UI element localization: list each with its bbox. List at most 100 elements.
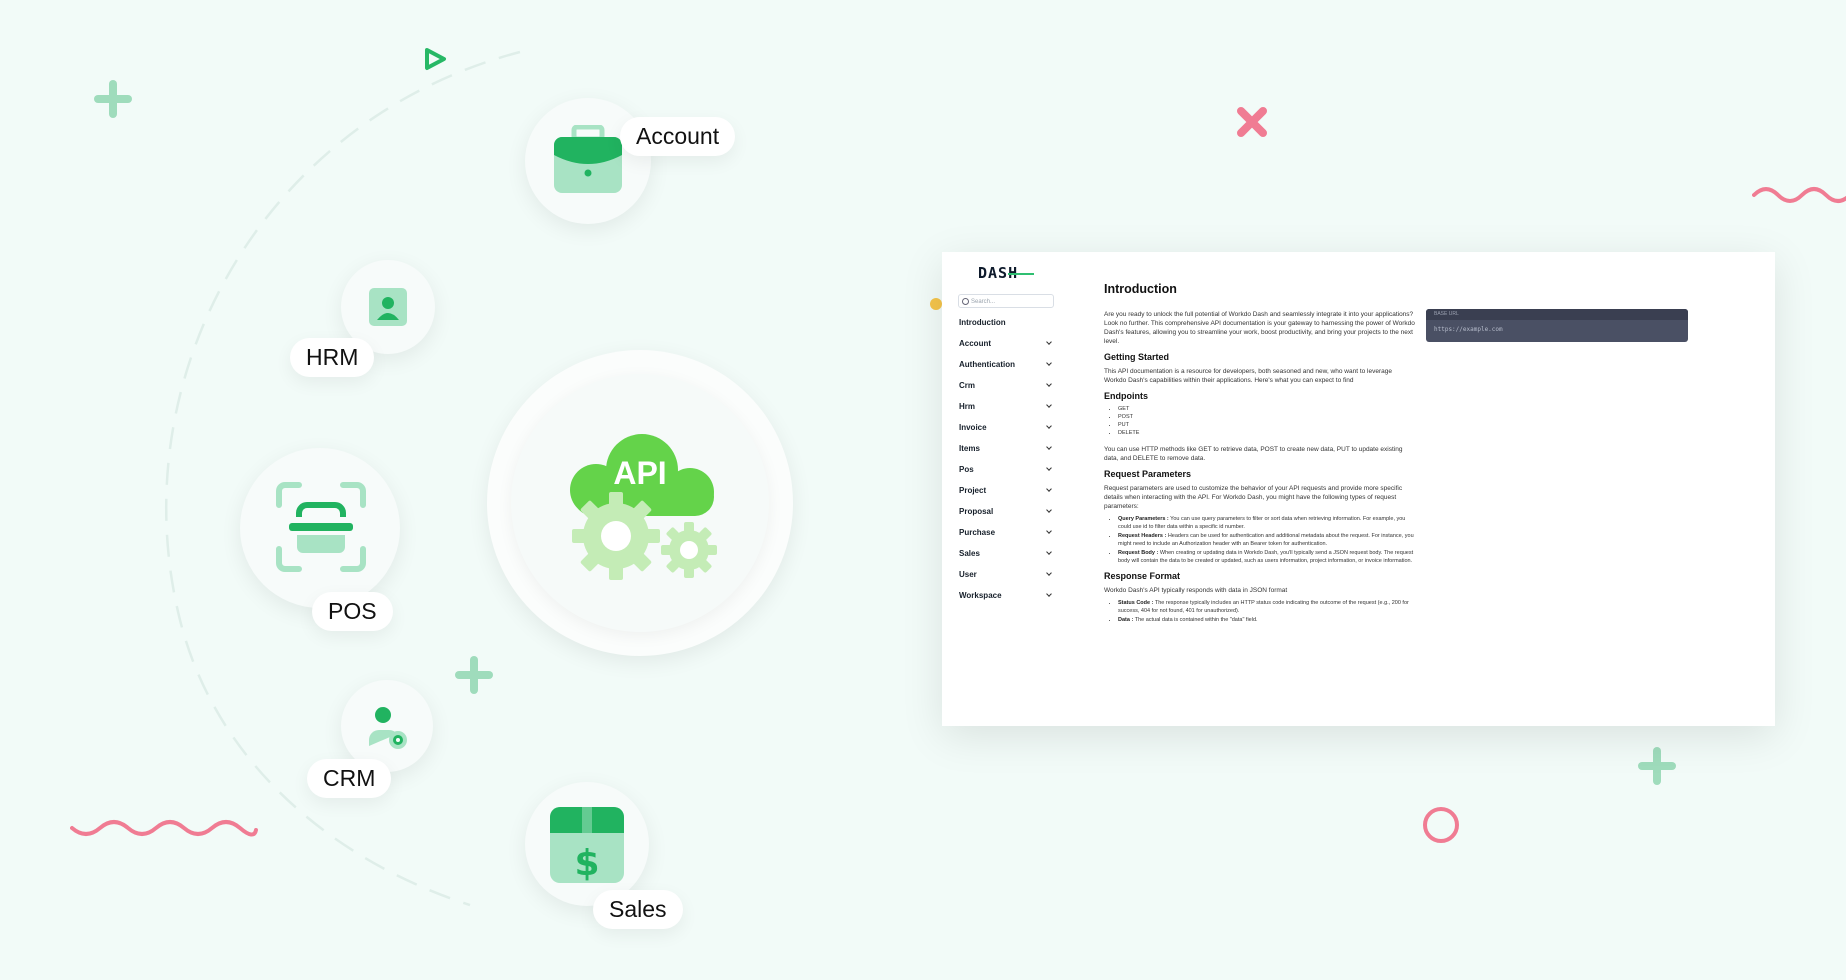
intro-text: Are you ready to unlock the full potenti…	[1104, 311, 1415, 345]
getting-started-heading: Getting Started	[1104, 352, 1170, 362]
list-item: Request Headers : Headers can be used fo…	[1118, 532, 1416, 548]
sidebar-item-introduction[interactable]: Introduction	[959, 318, 1053, 339]
api-docs-screenshot: DASH Search... Introduction Account Authen…	[942, 252, 1775, 726]
sidebar-item-label: Proposal	[959, 507, 994, 516]
account-label: Account	[620, 117, 736, 156]
page-title: Introduction	[1104, 282, 1177, 296]
item-description: When creating or updating data in Workdo…	[1118, 550, 1414, 564]
chevron-down-icon	[1046, 528, 1052, 534]
sidebar-item-authentication[interactable]: Authentication	[959, 360, 1053, 381]
sidebar-item-purchase[interactable]: Purchase	[959, 528, 1053, 549]
base-url-code-block: BASE URL https://example.com	[1426, 309, 1688, 342]
sales-label: Sales	[593, 890, 683, 929]
sidebar-item-invoice[interactable]: Invoice	[959, 423, 1053, 444]
item-term: Data :	[1118, 617, 1134, 623]
sidebar-item-label: User	[959, 570, 977, 579]
docs-sidebar: DASH Search... Introduction Account Authen…	[950, 252, 1055, 726]
yellow-dot	[930, 298, 942, 310]
user-card-icon	[369, 288, 407, 331]
sidebar-item-label: Authentication	[959, 360, 1015, 369]
chevron-down-icon	[1046, 444, 1052, 450]
wave-decoration	[70, 818, 258, 853]
sidebar-item-project[interactable]: Project	[959, 486, 1053, 507]
code-label: BASE URL	[1426, 309, 1688, 320]
wave-decoration	[1752, 183, 1846, 218]
sidebar-item-label: Purchase	[959, 528, 996, 537]
getting-started-text: This API documentation is a resource for…	[1104, 368, 1392, 384]
pos-label: POS	[312, 592, 393, 631]
user-eye-icon	[365, 704, 409, 755]
search-icon	[962, 298, 969, 305]
sidebar-item-label: Introduction	[959, 318, 1006, 327]
response-text: Workdo Dash's API typically responds wit…	[1104, 587, 1288, 594]
search-placeholder: Search...	[971, 299, 996, 305]
endpoints-heading: Endpoints	[1104, 391, 1148, 401]
sidebar-item-label: Crm	[959, 381, 976, 390]
sidebar-item-label: Workspace	[959, 591, 1002, 600]
sidebar-item-workspace[interactable]: Workspace	[959, 591, 1053, 612]
sidebar-item-label: Sales	[959, 549, 980, 558]
item-term: Request Body :	[1118, 550, 1159, 556]
item-term: Query Parameters :	[1118, 516, 1169, 522]
docs-content: Introduction Are you ready to unlock the…	[1104, 282, 1416, 628]
chevron-down-icon	[1046, 549, 1052, 555]
chevron-down-icon	[1046, 423, 1052, 429]
briefcase-icon	[552, 124, 624, 202]
endpoint-item: PUT	[1118, 422, 1416, 429]
response-heading: Response Format	[1104, 571, 1181, 581]
item-term: Request Headers :	[1118, 533, 1167, 539]
sidebar-item-proposal[interactable]: Proposal	[959, 507, 1053, 528]
response-list: Status Code : The response typically inc…	[1104, 599, 1416, 624]
request-params-text: Request parameters are used to customize…	[1104, 485, 1403, 510]
item-description: The response typically includes an HTTP …	[1118, 600, 1409, 614]
endpoints-text: You can use HTTP methods like GET to ret…	[1104, 446, 1403, 462]
docs-search-input[interactable]: Search...	[958, 294, 1054, 308]
base-url[interactable]: https://example.com	[1426, 320, 1688, 339]
plus-icon	[94, 80, 132, 123]
sidebar-item-label: Invoice	[959, 423, 987, 432]
plus-icon	[1638, 747, 1676, 790]
chevron-down-icon	[1046, 591, 1052, 597]
chevron-down-icon	[1046, 570, 1052, 576]
endpoint-item: POST	[1118, 414, 1416, 421]
plus-icon	[455, 656, 493, 699]
crm-label: CRM	[307, 759, 392, 798]
request-params-heading: Request Parameters	[1104, 469, 1192, 479]
cross-icon	[1236, 106, 1268, 143]
endpoint-item: DELETE	[1118, 430, 1416, 437]
params-list: Query Parameters : You can use query par…	[1104, 515, 1416, 565]
scanner-icon	[275, 481, 367, 578]
sidebar-item-sales[interactable]: Sales	[959, 549, 1053, 570]
sidebar-item-label: Project	[959, 486, 987, 495]
chevron-down-icon	[1046, 486, 1052, 492]
sidebar-item-crm[interactable]: Crm	[959, 381, 1053, 402]
docs-nav: Introduction Account Authentication Crm Hrm I…	[959, 318, 1053, 612]
svg-text:$: $	[574, 843, 599, 884]
api-cloud-gears-icon: API	[564, 422, 724, 587]
sidebar-item-items[interactable]: Items	[959, 444, 1053, 465]
api-badge-text: API	[613, 455, 666, 491]
list-item: Status Code : The response typically inc…	[1118, 599, 1416, 615]
chevron-down-icon	[1046, 360, 1052, 366]
sidebar-item-account[interactable]: Account	[959, 339, 1053, 360]
ring-icon	[1422, 806, 1460, 849]
chevron-down-icon	[1046, 339, 1052, 345]
chevron-down-icon	[1046, 507, 1052, 513]
chevron-down-icon	[1046, 465, 1052, 471]
list-item: Data : The actual data is contained with…	[1118, 616, 1416, 624]
sidebar-item-label: Hrm	[959, 402, 976, 411]
logo-accent	[1008, 273, 1034, 275]
sidebar-item-hrm[interactable]: Hrm	[959, 402, 1053, 423]
item-description: The actual data is contained within the …	[1133, 617, 1258, 623]
list-item: Query Parameters : You can use query par…	[1118, 515, 1416, 531]
endpoint-item: GET	[1118, 406, 1416, 413]
sidebar-item-label: Pos	[959, 465, 974, 474]
dollar-box-icon: $	[548, 805, 626, 890]
sidebar-item-user[interactable]: User	[959, 570, 1053, 591]
sidebar-item-label: Account	[959, 339, 991, 348]
sidebar-item-pos[interactable]: Pos	[959, 465, 1053, 486]
list-item: Request Body : When creating or updating…	[1118, 549, 1416, 565]
play-triangle-icon	[422, 46, 448, 77]
chevron-down-icon	[1046, 402, 1052, 408]
item-term: Status Code :	[1118, 600, 1154, 606]
